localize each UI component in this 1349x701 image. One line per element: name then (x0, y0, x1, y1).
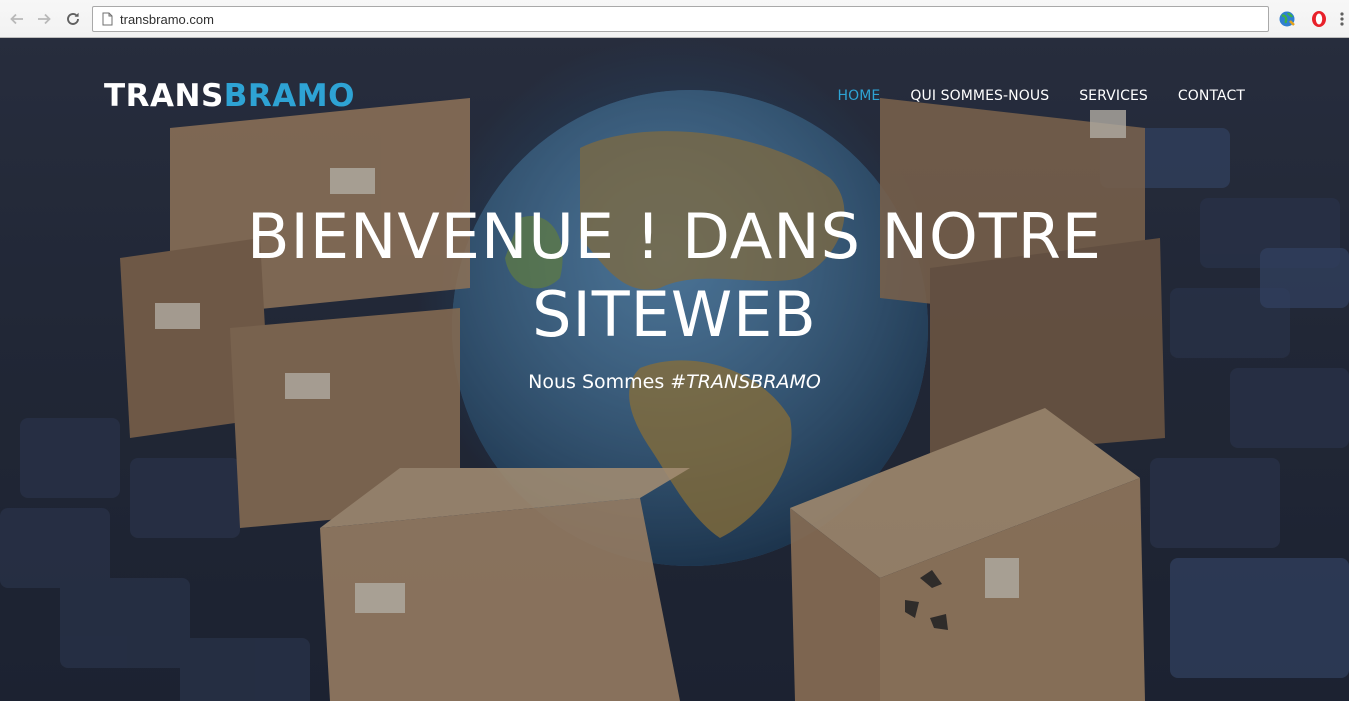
address-bar[interactable]: transbramo.com (92, 6, 1269, 32)
logo-text-primary: TRANS (104, 78, 224, 114)
hero-subtitle-hashtag: #TRANSBRAMO (670, 371, 821, 393)
logo-text-accent: BRAMO (223, 78, 355, 114)
url-text: transbramo.com (120, 11, 214, 27)
reload-button[interactable] (62, 8, 84, 30)
nav-link-home[interactable]: HOME (837, 86, 880, 106)
nav-link-contact[interactable]: CONTACT (1178, 86, 1245, 106)
browser-menu-icon[interactable] (1337, 9, 1347, 29)
hero-section: TRANSBRAMO HOME QUI SOMMES-NOUS SERVICES… (0, 38, 1349, 701)
hero-dark-overlay (0, 38, 1349, 701)
hero-subtitle: Nous Sommes #TRANSBRAMO (0, 371, 1349, 393)
site-navigation: HOME QUI SOMMES-NOUS SERVICES CONTACT (837, 86, 1245, 106)
arrow-right-icon (38, 13, 51, 25)
nav-link-qui-sommes-nous[interactable]: QUI SOMMES-NOUS (910, 86, 1049, 106)
hero-title-line-1: BIENVENUE ! DANS NOTRE (247, 200, 1102, 273)
earth-extension-icon[interactable] (1277, 9, 1297, 29)
arrow-left-icon (10, 13, 23, 25)
browser-toolbar: transbramo.com (0, 0, 1349, 38)
nav-link-services[interactable]: SERVICES (1079, 86, 1148, 106)
forward-button[interactable] (33, 8, 55, 30)
hero-subtitle-prefix: Nous Sommes (528, 371, 671, 393)
site-logo[interactable]: TRANSBRAMO (104, 78, 355, 114)
opera-extension-icon[interactable] (1309, 9, 1329, 29)
hero-title: BIENVENUE ! DANS NOTRE SITEWEB (0, 198, 1349, 354)
reload-icon (67, 12, 79, 25)
back-button[interactable] (6, 8, 28, 30)
hero-title-line-2: SITEWEB (532, 278, 817, 351)
page-icon (100, 11, 114, 27)
